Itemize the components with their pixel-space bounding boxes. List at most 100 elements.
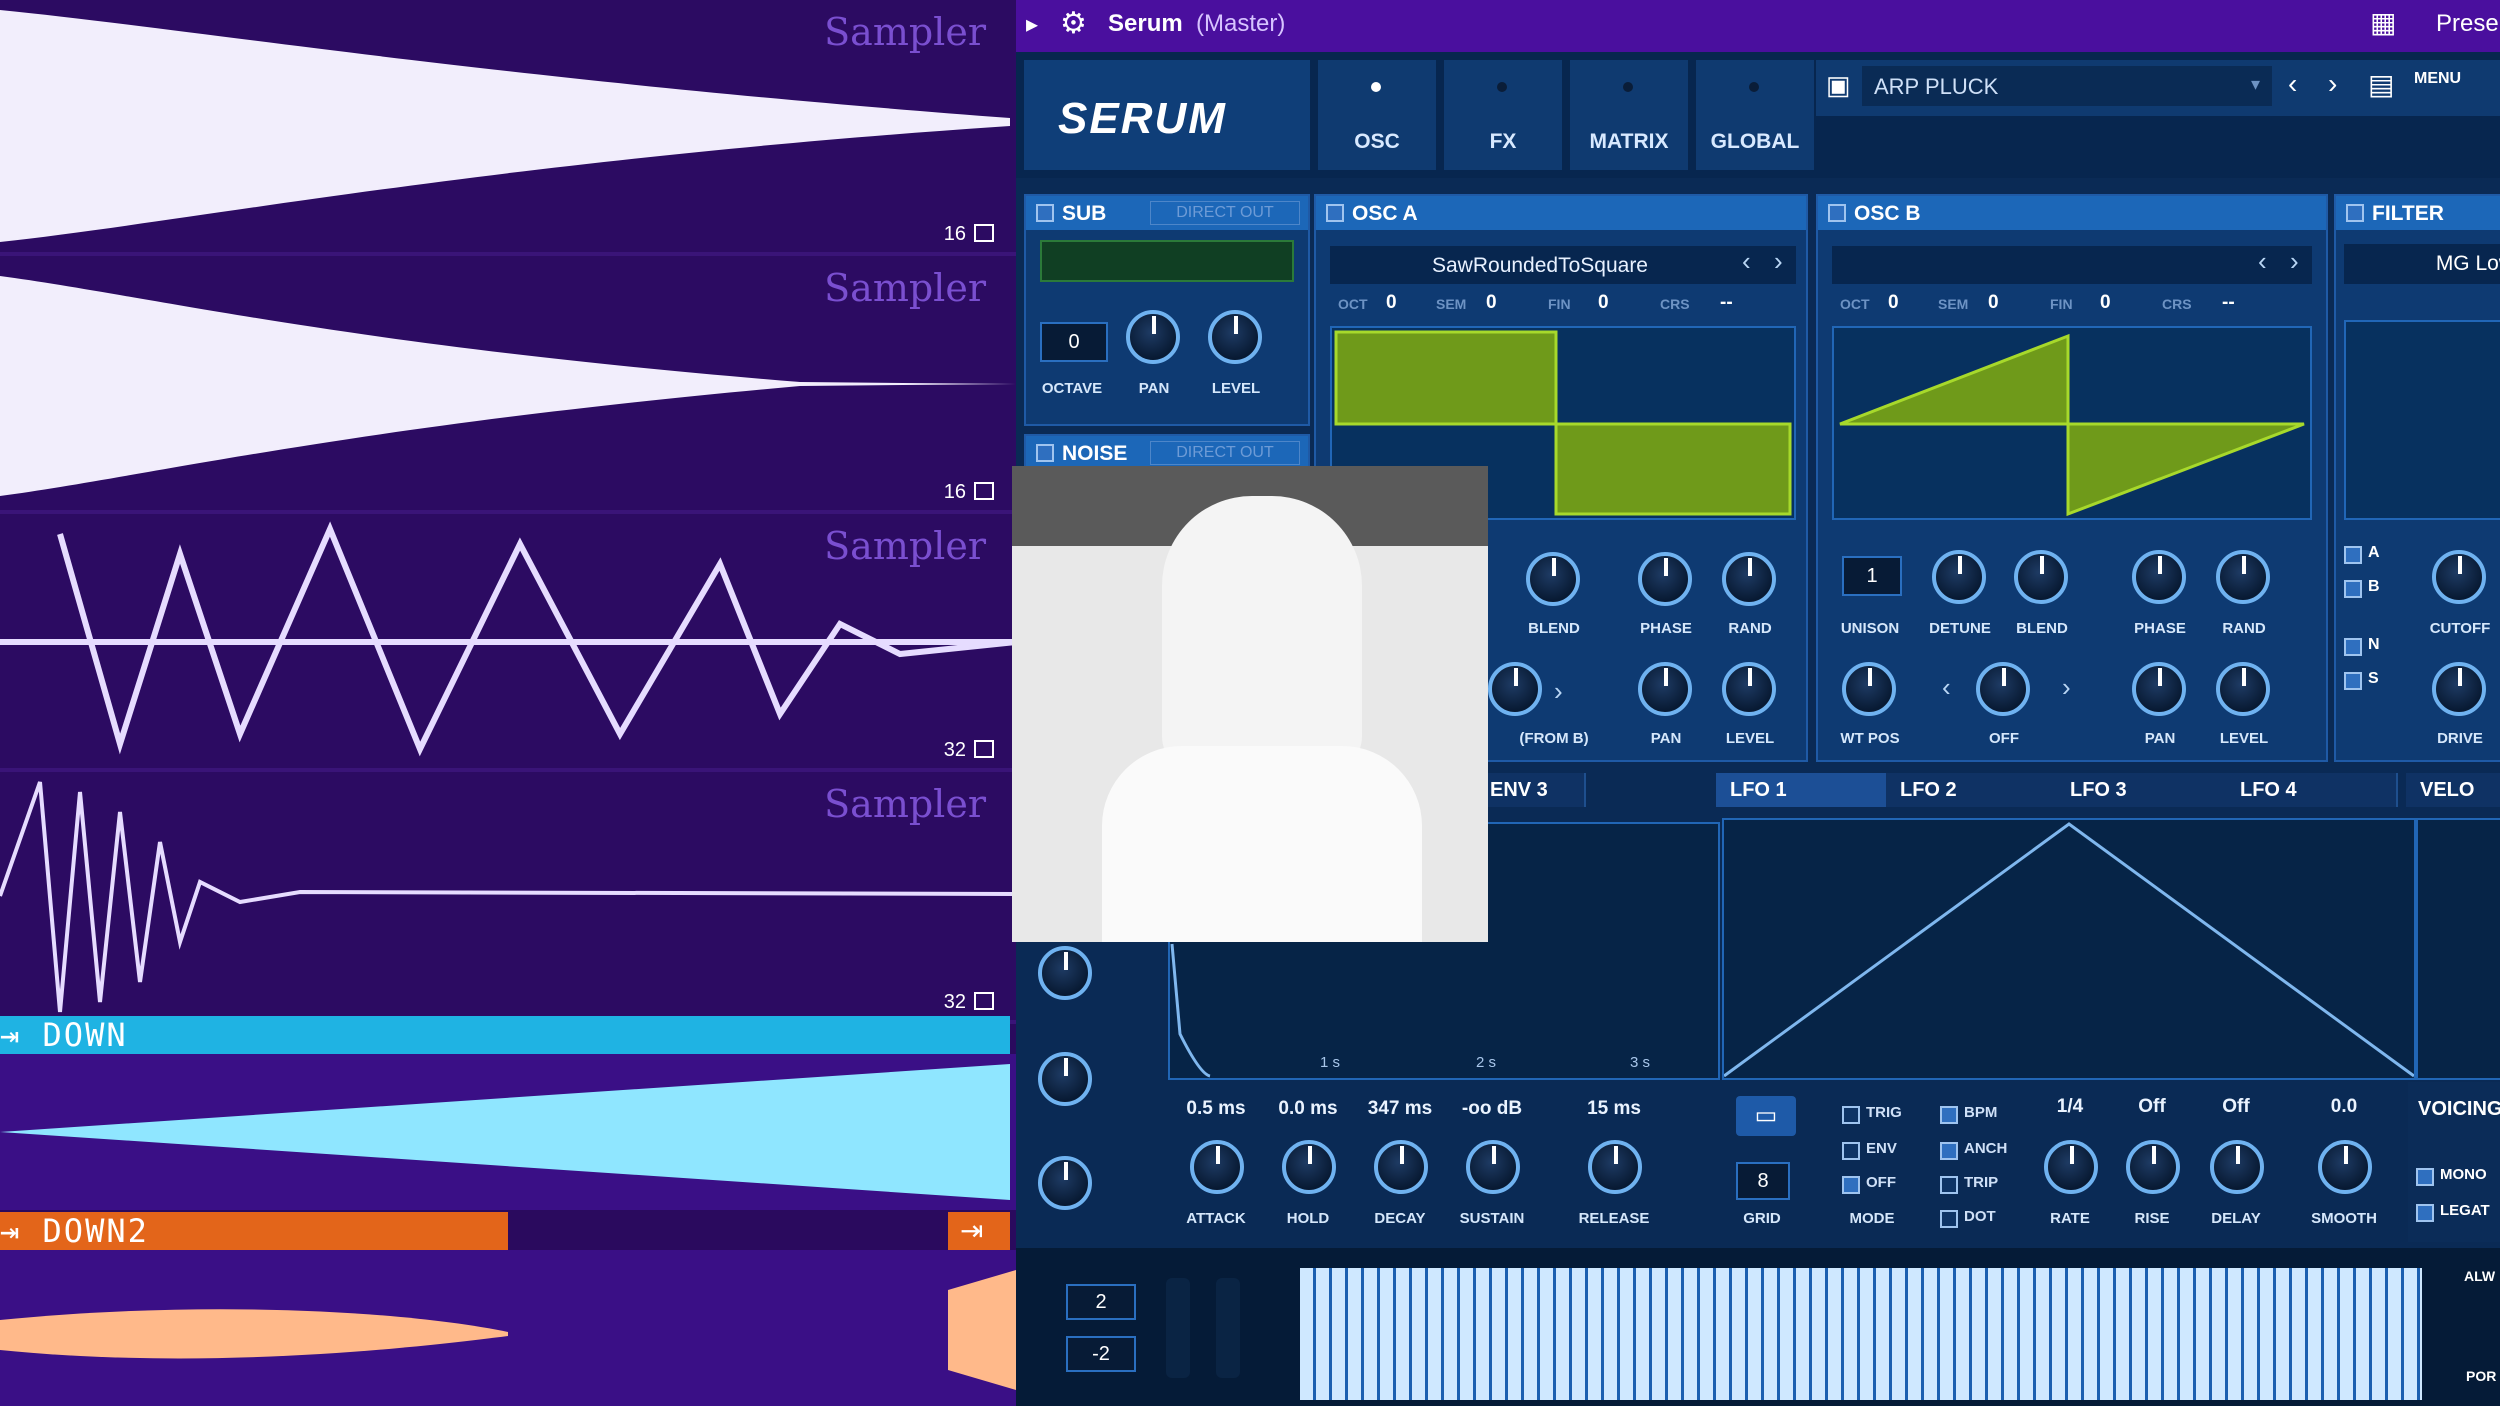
osc-b-waveform-display[interactable] [1832,326,2312,520]
lfo-display[interactable] [1722,818,2416,1080]
osc-b-warp-knob[interactable] [1976,662,2030,716]
next-wavetable-icon[interactable]: › [1774,246,1783,277]
mod-wheel[interactable] [1216,1278,1240,1378]
clip-down[interactable]: ⇥ DOWN [0,1016,1010,1054]
warp-next-icon[interactable]: › [1554,676,1563,707]
mod-knob[interactable] [1038,946,1092,1000]
osc-b-phase-knob[interactable] [2132,550,2186,604]
osc-b-enable-checkbox[interactable] [1828,204,1846,222]
mod-tab-lfo3[interactable]: LFO 3 [2056,773,2228,807]
sampler-lane-4[interactable]: Sampler 32 [0,772,1016,1024]
tab-global[interactable]: GLOBAL [1696,60,1814,170]
noise-enable-checkbox[interactable] [1036,444,1054,462]
osc-b-level-knob[interactable] [2216,662,2270,716]
preset-selector[interactable]: ARP PLUCK ▾ [1862,66,2272,106]
filter-route-b[interactable] [2344,580,2362,598]
osc-a-rand-knob[interactable] [1722,552,1776,606]
delay-knob[interactable] [2210,1140,2264,1194]
prev-wavetable-icon[interactable]: ‹ [2258,246,2267,277]
mod-tab-lfo1[interactable]: LFO 1 [1716,773,1888,807]
gear-icon[interactable]: ⚙ [1060,6,1087,41]
grid-stepper[interactable]: 8 [1736,1162,1790,1200]
noise-direct-out[interactable]: DIRECT OUT [1150,441,1300,465]
osc-a-pan-knob[interactable] [1638,662,1692,716]
velo-display[interactable] [2416,818,2500,1080]
clip-down2-end[interactable]: ⇥ [948,1212,1010,1250]
browser-icon[interactable]: ▤ [2368,68,2394,101]
grid-icon[interactable]: ▦ [2370,6,2396,39]
osc-a-fin[interactable]: 0 [1598,292,1609,314]
warp-prev-icon[interactable]: ‹ [1942,672,1951,703]
mod-tab-lfo4[interactable]: LFO 4 [2226,773,2398,807]
folder-icon[interactable]: ▭ [1736,1096,1796,1136]
osc-a-oct[interactable]: 0 [1386,292,1397,314]
anch-checkbox[interactable] [1940,1142,1958,1160]
filter-enable-checkbox[interactable] [2346,204,2364,222]
tab-matrix[interactable]: MATRIX [1570,60,1688,170]
osc-b-oct[interactable]: 0 [1888,292,1899,314]
pitch-wheel[interactable] [1166,1278,1190,1378]
next-wavetable-icon[interactable]: › [2290,246,2299,277]
pitch-down-stepper[interactable]: -2 [1066,1336,1136,1372]
osc-a-phase-knob[interactable] [1638,552,1692,606]
pitch-up-stepper[interactable]: 2 [1066,1284,1136,1320]
osc-a-level-knob[interactable] [1722,662,1776,716]
sampler-lane-2[interactable]: Sampler 16 [0,256,1016,514]
osc-b-blend-knob[interactable] [2014,550,2068,604]
smooth-knob[interactable] [2318,1140,2372,1194]
osc-a-wavetable-selector[interactable]: SawRoundedToSquare ‹ › [1330,246,1796,284]
unison-stepper[interactable]: 1 [1842,556,1902,596]
sub-enable-checkbox[interactable] [1036,204,1054,222]
next-preset-icon[interactable]: › [2328,68,2337,100]
prev-preset-icon[interactable]: ‹ [2288,68,2297,100]
sub-direct-out[interactable]: DIRECT OUT [1150,201,1300,225]
bpm-checkbox[interactable] [1940,1106,1958,1124]
mod-tab-env3[interactable]: ENV 3 [1476,773,1586,807]
mod-tab-lfo2[interactable]: LFO 2 [1886,773,2058,807]
osc-b-wtpos-knob[interactable] [1842,662,1896,716]
osc-a-warp-knob[interactable] [1488,662,1542,716]
osc-a-enable-checkbox[interactable] [1326,204,1344,222]
sampler-lane-3[interactable]: Sampler 32 [0,514,1016,772]
decay-knob[interactable] [1374,1140,1428,1194]
osc-b-detune-knob[interactable] [1932,550,1986,604]
mono-checkbox[interactable] [2416,1168,2434,1186]
osc-b-sem[interactable]: 0 [1988,292,1999,314]
sampler-lane-1[interactable]: Sampler 16 [0,0,1016,256]
filter-route-s[interactable] [2344,672,2362,690]
mod-knob[interactable] [1038,1052,1092,1106]
osc-b-fin[interactable]: 0 [2100,292,2111,314]
collapse-arrow-icon[interactable]: ▸ [1026,10,1038,39]
presets-label[interactable]: Prese [2436,10,2499,38]
save-icon[interactable]: ▣ [1826,70,1851,101]
prev-wavetable-icon[interactable]: ‹ [1742,246,1751,277]
sustain-knob[interactable] [1466,1140,1520,1194]
filter-route-a[interactable] [2344,546,2362,564]
piano-keyboard[interactable] [1300,1268,2422,1400]
filter-route-n[interactable] [2344,638,2362,656]
osc-a-sem[interactable]: 0 [1486,292,1497,314]
filter-type-selector[interactable]: MG Low [2344,244,2500,284]
mod-tab-velo[interactable]: VELO [2406,773,2500,807]
tab-fx[interactable]: FX [1444,60,1562,170]
filter-display[interactable] [2344,320,2500,520]
dot-checkbox[interactable] [1940,1210,1958,1228]
sub-shape-selector[interactable] [1040,240,1294,282]
release-knob[interactable] [1588,1140,1642,1194]
attack-knob[interactable] [1190,1140,1244,1194]
mod-knob[interactable] [1038,1156,1092,1210]
rise-knob[interactable] [2126,1140,2180,1194]
sub-level-knob[interactable] [1208,310,1262,364]
osc-b-pan-knob[interactable] [2132,662,2186,716]
hold-knob[interactable] [1282,1140,1336,1194]
clip-down2[interactable]: ⇥ DOWN2 [0,1212,508,1250]
mode-env-checkbox[interactable] [1842,1142,1860,1160]
sub-octave-stepper[interactable]: 0 [1040,322,1108,362]
tab-osc[interactable]: OSC [1318,60,1436,170]
osc-a-crs[interactable]: -- [1720,292,1733,314]
mode-off-checkbox[interactable] [1842,1176,1860,1194]
osc-b-wavetable-selector[interactable]: ‹ › [1832,246,2312,284]
osc-b-crs[interactable]: -- [2222,292,2235,314]
filter-cutoff-knob[interactable] [2432,550,2486,604]
rate-knob[interactable] [2044,1140,2098,1194]
